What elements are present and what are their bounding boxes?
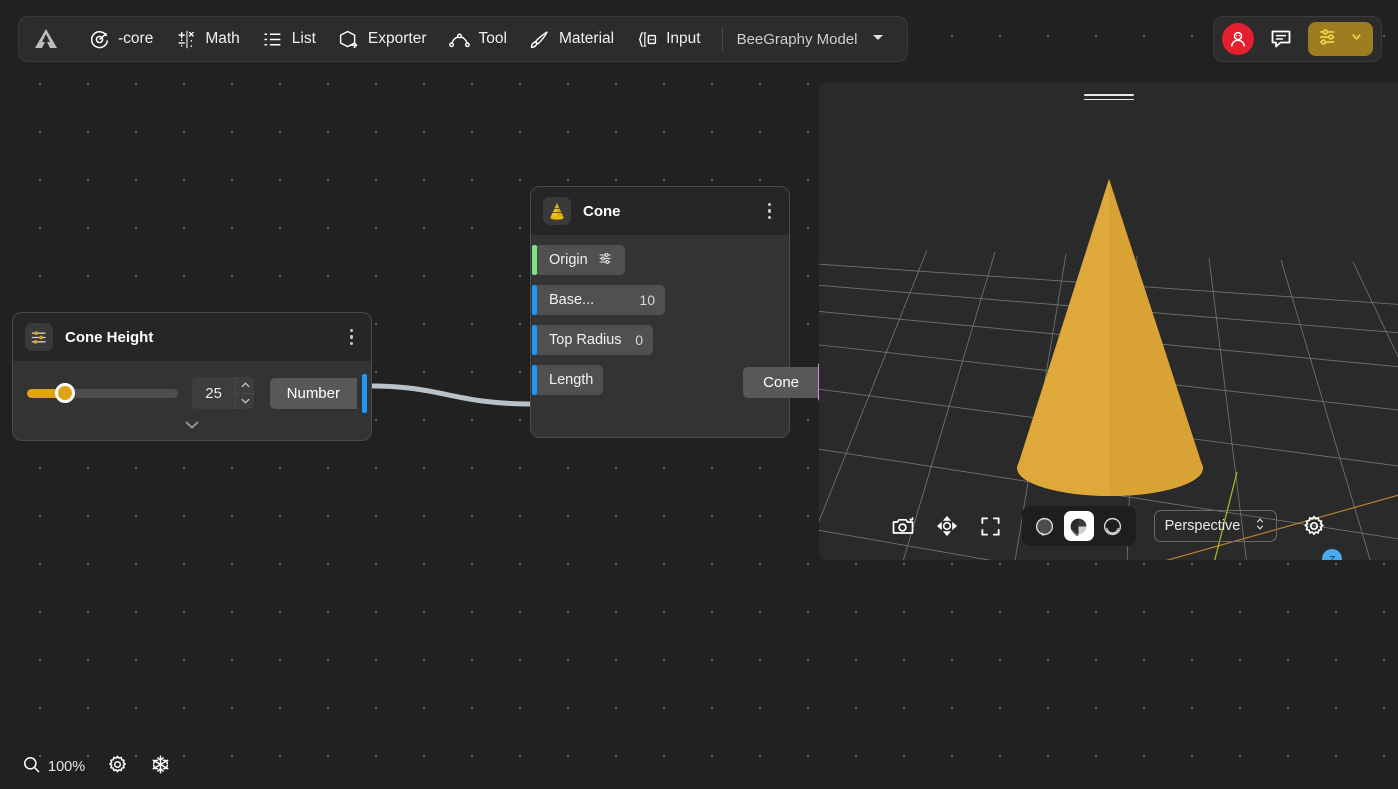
toolbar-item-list[interactable]: List [251, 22, 327, 56]
number-value[interactable]: 25 [192, 377, 236, 409]
viewport-toolbar: Perspective [819, 506, 1398, 546]
number-stepper [235, 377, 253, 409]
material-brush-icon [529, 28, 551, 50]
sliders-node-icon [25, 323, 53, 351]
chat-bubble-icon[interactable] [1266, 24, 1296, 54]
axis-gizmo: Z Y X [1293, 549, 1371, 560]
toolbar-item-label: Tool [479, 30, 507, 48]
shading-mode-group [1022, 506, 1136, 546]
toolbar-item-tool[interactable]: Tool [438, 22, 518, 56]
node-title: Cone Height [65, 329, 332, 346]
core-target-icon [88, 28, 110, 50]
toolbar-item-label: Input [666, 30, 700, 48]
snowflake-icon [150, 754, 171, 779]
main-toolbar: -core Math List [18, 16, 908, 62]
toolbar-item-material[interactable]: Material [518, 22, 625, 56]
toolbar-item-core[interactable]: -core [77, 22, 164, 56]
input-value[interactable]: 10 [639, 292, 655, 308]
cone-mesh [1017, 179, 1203, 496]
gear-icon[interactable] [1301, 513, 1327, 539]
origin-settings-icon[interactable] [598, 250, 615, 271]
node-cone-height[interactable]: Cone Height 25 [12, 312, 372, 441]
export-cube-icon [338, 28, 360, 50]
focus-target-icon[interactable] [934, 513, 960, 539]
toolbar-item-input[interactable]: Input [625, 22, 711, 56]
expand-node-button[interactable] [13, 415, 371, 440]
camera-icon[interactable] [890, 513, 916, 539]
magnifier-icon [22, 755, 41, 778]
ground-grid [819, 179, 1398, 560]
projection-value: Perspective [1165, 518, 1241, 534]
settings-dropdown-button[interactable] [1308, 22, 1373, 56]
chevron-down-icon[interactable] [236, 394, 253, 410]
input-label: Length [549, 372, 593, 388]
cone-node-icon [543, 197, 571, 225]
node-header[interactable]: Cone [531, 187, 789, 235]
zoom-control[interactable]: 100% [22, 755, 85, 778]
toolbar-item-label: List [292, 30, 316, 48]
input-label: Top Radius [549, 332, 622, 348]
input-label: Base... [549, 292, 594, 308]
shaded-textured-icon[interactable] [1064, 511, 1094, 541]
chevron-down-icon [1350, 30, 1363, 48]
list-icon [262, 28, 284, 50]
updown-chevron-icon [1254, 516, 1266, 536]
user-avatar-icon[interactable] [1222, 23, 1254, 55]
zoom-level-label: 100% [48, 759, 85, 775]
status-settings-button[interactable] [107, 754, 128, 779]
input-row-origin[interactable]: Origin [531, 245, 789, 275]
chevron-up-icon[interactable] [236, 377, 253, 394]
viewport-3d[interactable]: Z Y X [819, 82, 1398, 560]
input-row-top-radius[interactable]: Top Radius 0 [531, 325, 789, 355]
cone-height-number-input[interactable]: 25 [192, 377, 254, 409]
fullscreen-icon[interactable] [978, 513, 1004, 539]
toolbar-item-math[interactable]: Math [164, 22, 250, 56]
toolbar-item-exporter[interactable]: Exporter [327, 22, 438, 56]
kebab-menu-icon[interactable] [344, 325, 360, 350]
output-port-number[interactable]: Number [270, 378, 357, 409]
node-body: 25 Number [13, 361, 371, 415]
input-pill[interactable]: Top Radius 0 [537, 325, 653, 355]
svg-text:Z: Z [1329, 555, 1335, 560]
input-pill[interactable]: Length [537, 365, 603, 395]
node-header[interactable]: Cone Height [13, 313, 371, 361]
shaded-smooth-icon[interactable] [1030, 511, 1060, 541]
toolbar-item-label: Math [205, 30, 239, 48]
gear-icon [107, 754, 128, 779]
chevron-down-icon [871, 30, 885, 48]
slider-knob[interactable] [55, 383, 75, 403]
cone-height-slider[interactable] [27, 383, 178, 403]
toolbar-divider [722, 27, 723, 51]
status-bar: 100% [22, 754, 171, 779]
wireframe-icon[interactable] [1098, 511, 1128, 541]
output-port-label: Number [287, 385, 340, 402]
input-pill[interactable]: Base... 10 [537, 285, 665, 315]
app-root: -core Math List [0, 0, 1398, 789]
node-title: Cone [583, 203, 750, 220]
output-port-cone[interactable]: Cone [743, 363, 823, 401]
input-bracket-icon [636, 28, 658, 50]
toolbar-item-label: Exporter [368, 30, 427, 48]
viewport-scene: Z Y X [819, 82, 1398, 560]
node-cone[interactable]: Cone Origin [530, 186, 790, 438]
sliders-icon [1318, 26, 1340, 53]
node-body: Origin Base... 10 [531, 235, 789, 395]
input-row-base[interactable]: Base... 10 [531, 285, 789, 315]
kebab-menu-icon[interactable] [762, 199, 778, 224]
output-port-label: Cone [743, 367, 819, 398]
math-operators-icon [175, 28, 197, 50]
snap-toggle-button[interactable] [150, 754, 171, 779]
tool-curve-icon [449, 28, 471, 50]
input-value[interactable]: 0 [635, 332, 643, 348]
port-color-bar [362, 374, 367, 413]
toolbar-item-label: -core [118, 30, 153, 48]
app-logo-icon[interactable] [31, 24, 61, 54]
top-right-actions [1213, 16, 1382, 62]
input-pill[interactable]: Origin [537, 245, 625, 275]
model-selector[interactable]: BeeGraphy Model [733, 30, 894, 48]
toolbar-item-label: Material [559, 30, 614, 48]
input-label: Origin [549, 252, 588, 268]
model-selector-label: BeeGraphy Model [737, 31, 858, 48]
projection-select[interactable]: Perspective [1154, 510, 1278, 542]
